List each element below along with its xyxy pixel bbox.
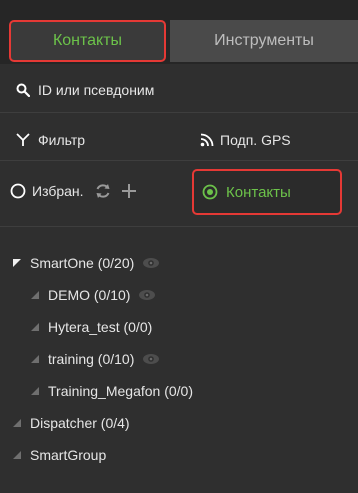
- divider: [0, 160, 358, 161]
- tree-item-label: SmartOne (0/20): [30, 255, 135, 271]
- tree-item-label: Dispatcher (0/4): [30, 415, 130, 431]
- tree-item-hytera-test[interactable]: Hytera_test (0/0): [30, 314, 152, 340]
- gps-subscription[interactable]: Подп. GPS: [200, 132, 291, 148]
- expanded-arrow-icon[interactable]: [12, 258, 22, 268]
- tree-item-smartone[interactable]: SmartOne (0/20): [12, 250, 160, 276]
- filter-row: Фильтр Подп. GPS: [0, 120, 358, 160]
- contacts-panel: Контакты Инструменты ID или псевдоним Фи…: [0, 0, 358, 493]
- collapsed-arrow-icon[interactable]: [30, 290, 40, 300]
- tree-item-label: training (0/10): [48, 351, 135, 367]
- eye-icon[interactable]: [138, 289, 156, 301]
- tree-item-training-megafon[interactable]: Training_Megafon (0/0): [30, 378, 193, 404]
- tab-tools-label: Инструменты: [214, 32, 314, 49]
- search-row[interactable]: ID или псевдоним: [0, 68, 358, 112]
- favorites-label[interactable]: Избран.: [32, 183, 84, 199]
- tab-bar: Контакты Инструменты: [0, 0, 358, 64]
- contacts-mode-toggle[interactable]: Контакты: [192, 169, 342, 215]
- add-icon[interactable]: [120, 182, 138, 200]
- contacts-radio-selected: [202, 184, 218, 200]
- collapsed-arrow-icon[interactable]: [12, 418, 22, 428]
- favorites-radio[interactable]: [10, 183, 26, 199]
- tree-item-label: DEMO (0/10): [48, 287, 131, 303]
- search-input[interactable]: ID или псевдоним: [38, 82, 154, 98]
- tab-contacts[interactable]: Контакты: [9, 20, 166, 62]
- divider: [0, 226, 358, 227]
- collapsed-arrow-icon[interactable]: [12, 450, 22, 460]
- filter-icon[interactable]: [16, 133, 30, 147]
- collapsed-arrow-icon[interactable]: [30, 354, 40, 364]
- refresh-icon[interactable]: [94, 182, 112, 200]
- eye-icon[interactable]: [142, 257, 160, 269]
- tree-item-demo[interactable]: DEMO (0/10): [30, 282, 156, 308]
- tab-contacts-label: Контакты: [52, 32, 123, 49]
- tree-item-smartgroup[interactable]: SmartGroup: [12, 442, 106, 468]
- tree-item-training[interactable]: training (0/10): [30, 346, 160, 372]
- tab-tools[interactable]: Инструменты: [170, 20, 358, 62]
- tree-item-label: SmartGroup: [30, 447, 107, 463]
- collapsed-arrow-icon[interactable]: [30, 322, 40, 332]
- tree-item-label: Hytera_test (0/0): [48, 319, 153, 335]
- search-icon: [16, 83, 30, 97]
- tree-item-dispatcher[interactable]: Dispatcher (0/4): [12, 410, 130, 436]
- gps-label: Подп. GPS: [220, 132, 291, 148]
- rss-icon: [200, 133, 214, 147]
- collapsed-arrow-icon[interactable]: [30, 386, 40, 396]
- divider: [0, 112, 358, 113]
- tree-item-label: Training_Megafon (0/0): [48, 383, 194, 399]
- filter-label[interactable]: Фильтр: [38, 132, 85, 148]
- contacts-mode-label: Контакты: [226, 183, 291, 201]
- eye-icon[interactable]: [142, 353, 160, 365]
